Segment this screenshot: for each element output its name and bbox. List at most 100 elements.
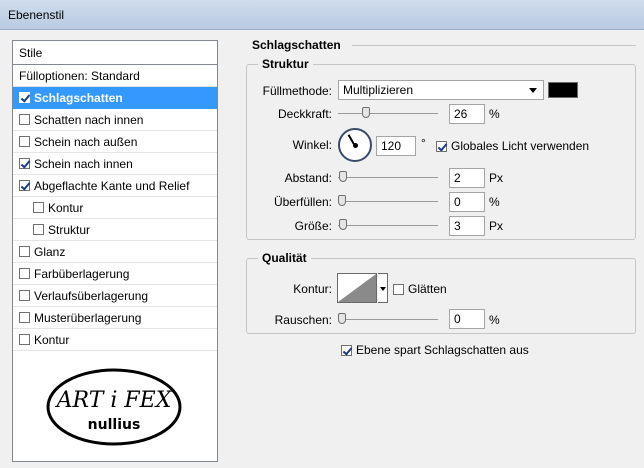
noise-unit: % xyxy=(489,313,500,327)
global-light-checkbox-row[interactable]: Globales Licht verwenden xyxy=(436,139,589,153)
style-item-label: Kontur xyxy=(48,200,84,215)
style-item[interactable]: Verlaufsüberlagerung xyxy=(13,285,217,307)
style-item-label: Kontur xyxy=(34,332,70,347)
blend-mode-select[interactable]: Multiplizieren xyxy=(338,80,544,100)
blend-mode-label: Füllmethode: xyxy=(262,84,332,98)
knockout-checkbox[interactable] xyxy=(341,344,352,356)
style-item-label: Schatten nach innen xyxy=(34,112,144,127)
size-slider-thumb[interactable] xyxy=(339,219,347,230)
noise-label: Rauschen: xyxy=(274,313,332,327)
spread-slider-track xyxy=(338,201,438,202)
style-item[interactable]: Kontur xyxy=(13,197,217,219)
window-title: Ebenenstil xyxy=(8,8,65,22)
opacity-unit: % xyxy=(489,107,500,121)
global-light-checkbox[interactable] xyxy=(436,140,447,152)
size-label: Größe: xyxy=(294,219,332,233)
style-item-checkbox[interactable] xyxy=(33,202,44,213)
style-item[interactable]: Abgeflachte Kante und Relief xyxy=(13,175,217,197)
antialias-checkbox-row[interactable]: Glätten xyxy=(393,282,447,296)
section-title-rule xyxy=(352,45,636,46)
logo-top-text: ART i FEX xyxy=(55,388,173,413)
contour-label: Kontur: xyxy=(293,282,332,296)
style-item[interactable]: Schlagschatten xyxy=(13,87,217,109)
opacity-slider[interactable] xyxy=(338,107,438,121)
distance-slider-thumb[interactable] xyxy=(339,171,347,182)
chevron-down-icon xyxy=(529,88,537,93)
styles-panel: Stile Fülloptionen: Standard Schlagschatt… xyxy=(12,40,218,462)
style-item-checkbox[interactable] xyxy=(19,136,30,147)
distance-unit: Px xyxy=(489,171,504,185)
artifex-logo: ART i FEX nullius xyxy=(46,368,182,446)
angle-dial[interactable] xyxy=(338,128,372,162)
style-item[interactable]: Kontur xyxy=(13,329,217,351)
spread-unit: % xyxy=(489,195,500,209)
opacity-input[interactable]: 26 xyxy=(449,104,485,124)
style-item-checkbox[interactable] xyxy=(33,224,44,235)
style-item-checkbox[interactable] xyxy=(19,158,30,169)
global-light-label: Globales Licht verwenden xyxy=(451,139,590,153)
knockout-label: Ebene spart Schlagschatten aus xyxy=(356,343,529,357)
noise-input[interactable]: 0 xyxy=(449,309,485,329)
logo-bottom-text: nullius xyxy=(88,417,141,433)
struktur-legend: Struktur xyxy=(258,57,313,71)
style-item[interactable]: Fülloptionen: Standard xyxy=(13,65,217,87)
spread-slider-thumb[interactable] xyxy=(338,195,346,206)
title-bar: Ebenenstil xyxy=(0,0,644,30)
antialias-label: Glätten xyxy=(408,282,447,296)
style-item-checkbox[interactable] xyxy=(19,268,30,279)
style-item[interactable]: Farbüberlagerung xyxy=(13,263,217,285)
opacity-slider-track xyxy=(338,113,438,114)
style-item[interactable]: Schein nach außen xyxy=(13,131,217,153)
distance-slider-track xyxy=(338,177,438,178)
angle-center-dot xyxy=(353,143,358,148)
angle-unit: ° xyxy=(421,136,426,150)
angle-label: Winkel: xyxy=(292,138,332,152)
style-item-label: Verlaufsüberlagerung xyxy=(34,288,149,303)
contour-dropdown-button[interactable] xyxy=(378,273,388,303)
style-item[interactable]: Schatten nach innen xyxy=(13,109,217,131)
blend-mode-value: Multiplizieren xyxy=(343,83,414,97)
style-item-label: Musterüberlagerung xyxy=(34,310,142,325)
opacity-label: Deckkraft: xyxy=(277,107,332,121)
opacity-slider-thumb[interactable] xyxy=(362,107,370,118)
style-item-label: Fülloptionen: Standard xyxy=(19,68,140,83)
size-slider[interactable] xyxy=(338,219,438,233)
spread-input[interactable]: 0 xyxy=(449,192,485,212)
contour-picker[interactable] xyxy=(337,273,377,303)
style-item-checkbox[interactable] xyxy=(19,312,30,323)
qualitaet-legend: Qualität xyxy=(258,251,311,265)
style-item[interactable]: Musterüberlagerung xyxy=(13,307,217,329)
style-item-checkbox[interactable] xyxy=(19,92,30,103)
style-item-label: Struktur xyxy=(48,222,91,237)
style-item[interactable]: Glanz xyxy=(13,241,217,263)
style-item-label: Glanz xyxy=(34,244,66,259)
style-item-checkbox[interactable] xyxy=(19,290,30,301)
knockout-checkbox-row[interactable]: Ebene spart Schlagschatten aus xyxy=(341,343,529,357)
size-slider-track xyxy=(338,225,438,226)
style-item-label: Schlagschatten xyxy=(34,90,123,105)
style-item-label: Farbüberlagerung xyxy=(34,266,130,281)
style-item-label: Schein nach innen xyxy=(34,156,133,171)
distance-input[interactable]: 2 xyxy=(449,168,485,188)
spread-slider[interactable] xyxy=(338,195,438,209)
style-item-checkbox[interactable] xyxy=(19,180,30,191)
styles-panel-header: Stile xyxy=(13,41,217,65)
spread-label: Überfüllen: xyxy=(273,195,332,209)
style-item-checkbox[interactable] xyxy=(19,246,30,257)
size-input[interactable]: 3 xyxy=(449,216,485,236)
shadow-color-swatch[interactable] xyxy=(548,82,578,98)
noise-slider-track xyxy=(338,319,438,320)
distance-slider[interactable] xyxy=(338,171,438,185)
distance-label: Abstand: xyxy=(284,171,332,185)
style-item-checkbox[interactable] xyxy=(19,114,30,125)
noise-slider[interactable] xyxy=(338,313,438,327)
style-item[interactable]: Struktur xyxy=(13,219,217,241)
style-item[interactable]: Schein nach innen xyxy=(13,153,217,175)
antialias-checkbox[interactable] xyxy=(393,283,404,295)
style-item-label: Schein nach außen xyxy=(34,134,138,149)
style-item-checkbox[interactable] xyxy=(19,334,30,345)
angle-input[interactable]: 120 xyxy=(376,136,416,156)
noise-slider-thumb[interactable] xyxy=(338,313,346,324)
contour-preview-icon xyxy=(338,274,376,302)
section-title: Schlagschatten xyxy=(252,38,341,52)
